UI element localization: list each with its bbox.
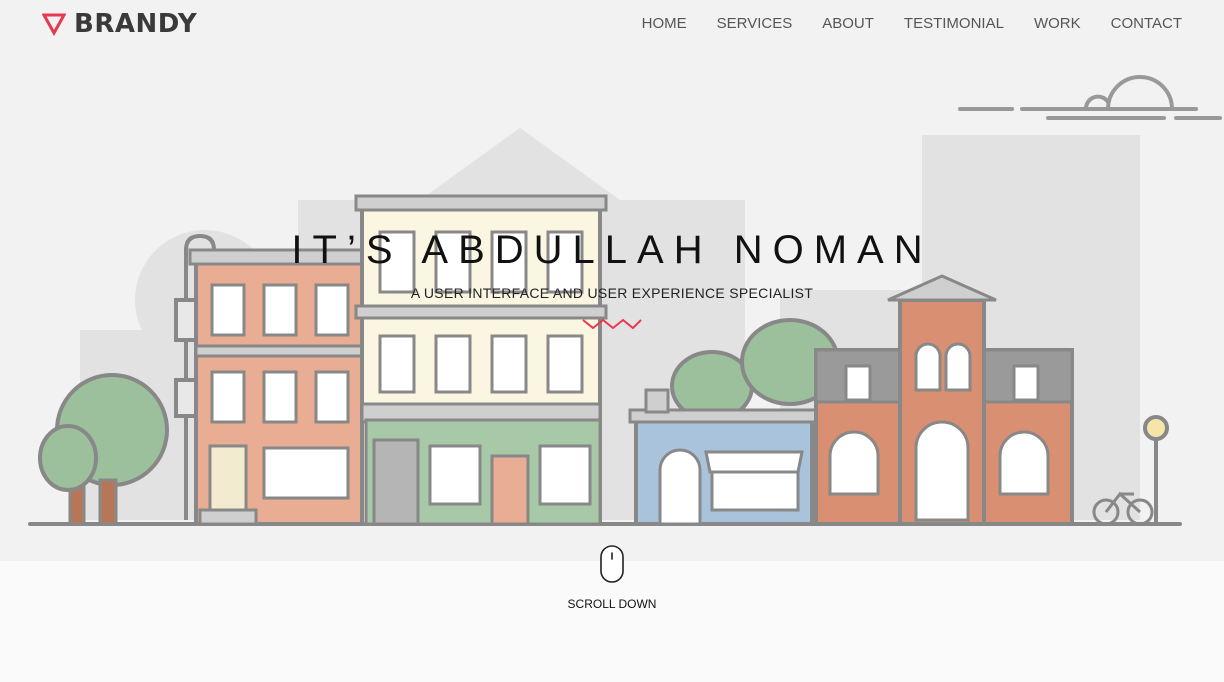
- brand-name: BRANDY: [74, 9, 198, 39]
- hero-subtitle: A USER INTERFACE AND USER EXPERIENCE SPE…: [410, 285, 814, 301]
- nav-item-about[interactable]: ABOUT: [822, 15, 874, 32]
- navbar: BRANDY HOME SERVICES ABOUT TESTIMONIAL W…: [0, 0, 1224, 48]
- nav-item-home[interactable]: HOME: [642, 15, 687, 32]
- scroll-down-label: SCROLL DOWN: [567, 597, 657, 611]
- hero-section: BRANDY HOME SERVICES ABOUT TESTIMONIAL W…: [0, 0, 1224, 561]
- hero-headline: IT’S ABDULLAH NOMAN A USER INTERFACE AND…: [0, 228, 1224, 301]
- mouse-icon: [600, 545, 624, 583]
- nav-item-work[interactable]: WORK: [1034, 15, 1081, 32]
- nav-item-contact[interactable]: CONTACT: [1111, 15, 1182, 32]
- main-nav: HOME SERVICES ABOUT TESTIMONIAL WORK CON…: [642, 15, 1182, 32]
- zigzag-icon: [582, 318, 642, 330]
- hero-title: IT’S ABDULLAH NOMAN: [291, 228, 933, 272]
- brand-logo[interactable]: BRANDY: [42, 9, 197, 39]
- triangle-logo-icon: [42, 13, 66, 36]
- scroll-down[interactable]: SCROLL DOWN: [0, 544, 1224, 611]
- nav-item-testimonial[interactable]: TESTIMONIAL: [904, 15, 1004, 32]
- nav-item-services[interactable]: SERVICES: [717, 15, 793, 32]
